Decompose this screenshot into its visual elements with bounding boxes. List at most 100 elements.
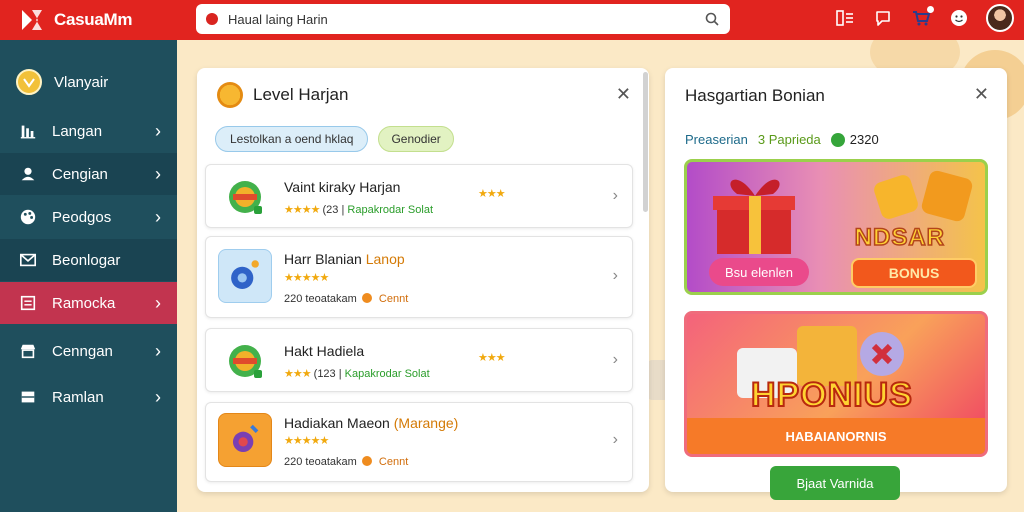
close-icon[interactable]: ✕ — [974, 84, 989, 105]
bonus-points-value: 2320 — [849, 132, 879, 147]
user-icon — [18, 164, 38, 184]
promo-headline: HPONIUS — [750, 375, 913, 415]
sidebar-item-cengian[interactable]: Cengian › — [0, 153, 177, 195]
search-icon[interactable] — [704, 11, 720, 27]
bonus-stat-label: Preaserian — [685, 132, 748, 147]
game-meta-count: 220 — [284, 456, 303, 468]
game-list-item[interactable]: Hadiakan Maeon (Marange) ★★★★★ 220 teoat… — [205, 402, 633, 482]
game-name-accent: (Marange) — [393, 415, 459, 431]
bonus-panel-title: Hasgartian Bonian — [685, 86, 825, 105]
chevron-right-icon: › — [612, 431, 618, 448]
top-bar: CasuaMm — [0, 0, 1024, 40]
game-meta-tail: Kapakrodar Solat — [344, 368, 430, 380]
bonus-button[interactable]: BONUS — [851, 258, 977, 288]
chevron-right-icon: › — [612, 187, 618, 204]
bonus-stats: Preaserian 3 Paprieda 2320 — [685, 132, 879, 147]
filter-chip-secondary[interactable]: Genodier — [378, 126, 454, 152]
list-icon — [18, 293, 38, 313]
sidebar: Vlanyair Langan › Cengian › Peodgos › Be… — [0, 40, 177, 512]
game-meta-count: (23 | — [322, 204, 345, 216]
chevron-right-icon: › — [155, 340, 161, 361]
bonus-stat-points: 2320 — [830, 132, 879, 147]
chevron-right-icon: › — [155, 163, 161, 184]
sidebar-item-langan[interactable]: Langan › — [0, 110, 177, 152]
bonus-tokens-icon — [874, 170, 973, 222]
game-meta-count: (123 | — [313, 368, 342, 380]
game-name: Harr Blanian Lanop — [284, 251, 405, 267]
chevron-right-icon: › — [612, 267, 618, 284]
close-icon[interactable]: ✕ — [616, 84, 631, 105]
scrollbar[interactable] — [643, 72, 648, 212]
building-icon — [18, 121, 38, 141]
game-name-accent: Lanop — [365, 251, 405, 267]
game-name-main: Harr Blanian — [284, 251, 362, 267]
game-thumbnail — [218, 170, 272, 224]
sidebar-item-beonlogar[interactable]: Beonlogar — [0, 239, 177, 281]
game-name: Hakt Hadiela — [284, 343, 365, 359]
top-icons — [834, 4, 1014, 32]
filter-chips: Lestolkan a oend hklaq Genodier — [197, 126, 649, 152]
search-brand-icon — [206, 13, 218, 25]
game-thumbnail — [218, 334, 272, 388]
palette-icon — [18, 207, 38, 227]
chevron-right-icon: › — [155, 292, 161, 313]
game-name: Hadiakan Maeon (Marange) — [284, 415, 458, 431]
game-coin-label: Cennt — [378, 456, 409, 468]
game-rating-stars: ★★★ — [478, 188, 506, 200]
grid-menu-icon[interactable] — [834, 7, 856, 29]
app-logo[interactable]: CasuaMm — [18, 6, 133, 34]
game-meta: ★★★ (123 | Kapakrodar Solat — [284, 367, 430, 380]
bonus-panel: Hasgartian Bonian ✕ Preaserian 3 Papried… — [665, 68, 1007, 500]
user-avatar[interactable] — [986, 4, 1014, 32]
emoji-icon[interactable] — [948, 7, 970, 29]
sidebar-item-label: Ramocka — [52, 294, 116, 312]
chevron-right-icon: › — [612, 351, 618, 368]
app-name: CasuaMm — [54, 10, 133, 29]
promo-banner-crate[interactable]: HPONIUS HABAIANORNIS — [684, 311, 988, 457]
mail-icon — [18, 250, 38, 270]
panel-header: Level Harjan ✕ — [197, 68, 649, 122]
game-list-item[interactable]: Hakt Hadiela ★★★ ★★★ (123 | Kapakrodar S… — [205, 328, 633, 392]
sidebar-item-label: Beonlogar — [52, 251, 121, 269]
game-thumbnail — [218, 249, 272, 303]
game-thumbnail — [218, 413, 272, 467]
shop-icon — [18, 341, 38, 361]
game-rating-stars: ★★★ — [478, 352, 506, 364]
promo-headline: NDSAR — [854, 223, 945, 252]
sidebar-item-cenngan[interactable]: Cenngan › — [0, 330, 177, 372]
game-meta-tail: Rapakrodar Solat — [347, 204, 433, 216]
sidebar-brand-label: Vlanyair — [54, 73, 109, 91]
promo-banner-gift[interactable]: NDSAR Bsu elenlen BONUS — [684, 159, 988, 295]
coin-icon — [361, 293, 372, 303]
sidebar-item-label: Ramlan — [52, 388, 104, 406]
gift-box-icon — [713, 179, 795, 254]
sidebar-item-peodgos[interactable]: Peodgos › — [0, 196, 177, 238]
game-list-item[interactable]: Harr Blanian Lanop ★★★★★ 220 teoatakam C… — [205, 236, 633, 318]
sidebar-item-label: Cengian — [52, 165, 108, 183]
game-meta-label: teoatakam — [305, 293, 357, 305]
game-list-item[interactable]: Vaint kiraky Harjan ★★★ ★★★★ (23 | Rapak… — [205, 164, 633, 228]
game-meta: 220 teoatakam Cennt — [284, 456, 408, 468]
promo-label: Bsu elenlen — [709, 258, 809, 286]
game-coin-label: Cennt — [378, 293, 409, 305]
game-stars: ★★★ — [284, 368, 312, 380]
chevron-right-icon: › — [155, 386, 161, 407]
grid-icon — [18, 387, 38, 407]
bonus-stat-count: 3 Paprieda — [757, 132, 821, 147]
claim-button[interactable]: Bjaat Varnida — [770, 466, 900, 500]
filter-chip-primary[interactable]: Lestolkan a oend hklaq — [215, 126, 369, 152]
game-stars: ★★★★★ — [284, 272, 329, 284]
cart-icon[interactable] — [910, 6, 934, 29]
sidebar-item-ramlan[interactable]: Ramlan › — [0, 376, 177, 418]
logo-icon — [22, 10, 42, 30]
game-stars: ★★★★★ — [284, 435, 329, 447]
search-input[interactable] — [228, 11, 704, 27]
notification-dot — [927, 6, 934, 13]
sidebar-item-label: Cenngan — [52, 342, 113, 360]
bolt-icon — [830, 132, 845, 147]
game-meta-count: 220 — [284, 293, 303, 305]
chat-icon[interactable] — [872, 7, 894, 29]
sidebar-brand[interactable]: Vlanyair — [0, 54, 177, 110]
panel-title: Level Harjan — [253, 85, 349, 104]
sidebar-item-ramocka[interactable]: Ramocka › — [0, 282, 177, 324]
